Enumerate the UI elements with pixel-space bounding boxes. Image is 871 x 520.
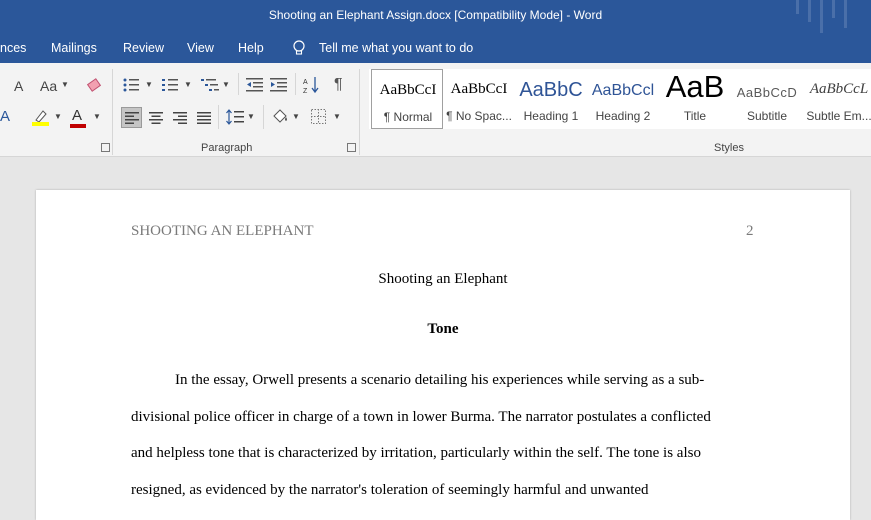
style-name: Subtle Em...	[806, 109, 871, 123]
chevron-down-icon[interactable]: ▼	[247, 112, 255, 121]
chevron-down-icon[interactable]: ▼	[184, 80, 192, 89]
window-title: Shooting an Elephant Assign.docx [Compat…	[268, 8, 603, 22]
font-color-icon[interactable]: A	[72, 107, 82, 124]
decrease-indent-icon[interactable]	[246, 78, 263, 92]
section-heading: Tone	[427, 321, 459, 337]
document-page[interactable]: SHOOTING AN ELEPHANT 2 Shooting an Eleph…	[36, 190, 850, 520]
chevron-down-icon[interactable]: ▼	[222, 80, 230, 89]
tell-me-search[interactable]: Tell me what you want to do	[319, 41, 473, 55]
divider	[238, 73, 239, 95]
paragraph-group-label: Paragraph	[201, 142, 253, 154]
line-spacing-icon[interactable]	[226, 109, 244, 125]
style-normal[interactable]: AaBbCcI ¶ Normal	[371, 69, 443, 129]
document-title: Shooting an Elephant	[378, 271, 508, 287]
align-right-icon[interactable]	[173, 112, 187, 124]
titlebar-decoration	[844, 0, 847, 28]
tab-view[interactable]: View	[187, 41, 214, 55]
chevron-down-icon[interactable]: ▼	[145, 80, 153, 89]
chevron-down-icon[interactable]: ▼	[93, 112, 101, 121]
group-separator	[112, 69, 113, 155]
multilevel-list-icon[interactable]	[201, 78, 219, 92]
svg-text:Z: Z	[303, 88, 308, 94]
tab-help[interactable]: Help	[238, 41, 264, 55]
style-name: ¶ No Spac...	[446, 109, 512, 123]
clear-formatting-icon[interactable]	[86, 77, 102, 93]
chevron-down-icon[interactable]: ▼	[54, 112, 62, 121]
font-color-bar	[70, 124, 86, 128]
titlebar-decoration	[796, 0, 799, 14]
style-preview: AaBbCcl	[591, 82, 655, 99]
style-name: ¶ Normal	[383, 110, 433, 124]
borders-icon[interactable]	[311, 109, 326, 124]
titlebar-decoration	[832, 0, 835, 18]
style-name: Heading 2	[595, 109, 651, 123]
chevron-down-icon[interactable]: ▼	[333, 112, 341, 121]
styles-gallery: AaBbCcI ¶ Normal AaBbCcI ¶ No Spac... Aa…	[369, 69, 871, 129]
divider	[295, 73, 296, 95]
style-name: Title	[683, 109, 707, 123]
divider	[218, 105, 219, 129]
show-hide-marks-button[interactable]: ¶	[334, 76, 343, 94]
tab-review[interactable]: Review	[123, 41, 164, 55]
style-title[interactable]: AaB Title	[659, 69, 731, 129]
align-left-icon	[125, 112, 139, 124]
tab-mailings[interactable]: Mailings	[51, 41, 97, 55]
svg-text:A: A	[303, 79, 308, 86]
bullets-icon[interactable]	[123, 78, 139, 92]
chevron-down-icon[interactable]: ▼	[61, 80, 69, 89]
shrink-font-button[interactable]: A	[14, 78, 23, 94]
title-bar: Shooting an Elephant Assign.docx [Compat…	[0, 0, 871, 33]
style-preview: AaBbCcI	[379, 82, 437, 98]
divider	[263, 105, 264, 129]
chevron-down-icon[interactable]: ▼	[292, 112, 300, 121]
ribbon-tabs: nces Mailings Review View Help Tell me w…	[0, 33, 871, 63]
style-heading-2[interactable]: AaBbCcl Heading 2	[587, 69, 659, 129]
ribbon: A Aa ▼ A ▼ A ▼ ▼ ▼ ▼ A Z ¶ ▼ ▼ ▼ Paragra…	[0, 63, 871, 157]
paragraph-line: divisional police officer in charge of a…	[131, 409, 711, 425]
style-name: Heading 1	[523, 109, 579, 123]
sort-icon[interactable]: A Z	[303, 76, 319, 94]
style-heading-1[interactable]: AaBbC Heading 1	[515, 69, 587, 129]
paragraph-line: resigned, as evidenced by the narrator's…	[131, 482, 649, 498]
numbering-icon[interactable]	[162, 78, 178, 92]
style-preview: AaBbCcL	[809, 81, 869, 97]
lightbulb-icon	[293, 40, 305, 55]
titlebar-decoration	[820, 0, 823, 33]
shading-icon[interactable]	[271, 108, 289, 126]
group-separator	[359, 69, 360, 155]
paragraph-dialog-launcher[interactable]	[347, 143, 356, 152]
style-preview: AaBbCcI	[450, 81, 508, 97]
style-no-spacing[interactable]: AaBbCcI ¶ No Spac...	[443, 69, 515, 129]
align-center-icon[interactable]	[149, 112, 163, 124]
change-case-button[interactable]: Aa	[40, 78, 57, 94]
increase-indent-icon[interactable]	[270, 78, 287, 92]
text-effects-icon[interactable]: A	[0, 108, 10, 125]
paragraph-line: In the essay, Orwell presents a scenario…	[175, 372, 705, 388]
page-number: 2	[746, 223, 754, 239]
highlight-icon[interactable]	[32, 108, 50, 126]
styles-group-label: Styles	[714, 142, 744, 154]
style-subtitle[interactable]: AaBbCcD Subtitle	[731, 69, 803, 129]
style-subtle-emphasis[interactable]: AaBbCcL Subtle Em...	[803, 69, 871, 129]
tab-references[interactable]: nces	[0, 41, 26, 55]
style-preview: AaB	[665, 69, 725, 104]
style-preview: AaBbC	[519, 79, 583, 101]
paragraph-line: and helpless tone that is characterized …	[131, 445, 701, 461]
titlebar-decoration	[808, 0, 811, 22]
justify-icon[interactable]	[197, 112, 211, 124]
style-name: Subtitle	[746, 109, 788, 123]
style-preview: AaBbCcD	[736, 85, 798, 100]
running-header: SHOOTING AN ELEPHANT	[131, 223, 314, 239]
font-dialog-launcher[interactable]	[101, 143, 110, 152]
